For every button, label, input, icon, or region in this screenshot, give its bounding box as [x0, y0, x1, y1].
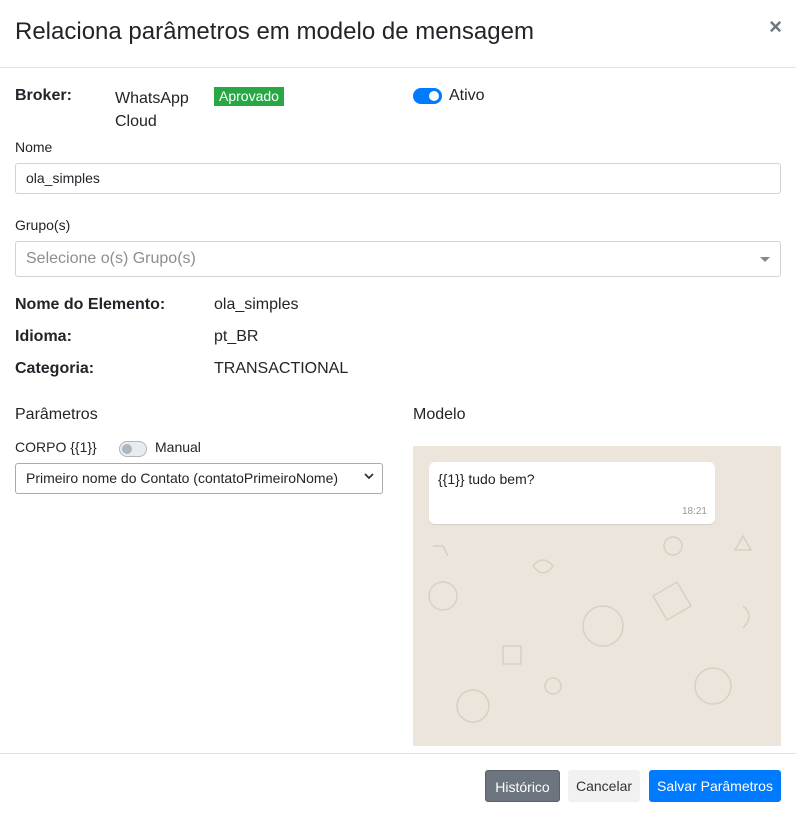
nome-input[interactable]: ola_simples: [15, 163, 781, 194]
close-icon[interactable]: ×: [769, 16, 782, 38]
page-title: Relaciona parâmetros em modelo de mensag…: [15, 18, 534, 45]
chevron-down-icon: [364, 470, 374, 485]
corpo-label: CORPO {{1}}: [15, 439, 97, 455]
detail-label-elemento: Nome do Elemento:: [15, 296, 166, 313]
save-button[interactable]: Salvar Parâmetros: [649, 770, 781, 802]
active-toggle[interactable]: [413, 88, 442, 104]
toggle-knob: [122, 444, 132, 454]
grupos-select[interactable]: Selecione o(s) Grupo(s): [15, 241, 781, 277]
parametros-title: Parâmetros: [15, 406, 98, 423]
detail-value-elemento: ola_simples: [214, 296, 299, 313]
status-badge: Aprovado: [214, 87, 284, 106]
manual-label: Manual: [155, 439, 201, 455]
message-preview: {{1}} tudo bem? 18:21: [413, 446, 781, 746]
cancel-button[interactable]: Cancelar: [568, 770, 640, 802]
modal-footer: Histórico Cancelar Salvar Parâmetros: [0, 753, 796, 816]
broker-value-line2: Cloud: [115, 113, 157, 130]
message-time: 18:21: [681, 506, 707, 517]
toggle-knob: [429, 91, 439, 101]
grupos-placeholder: Selecione o(s) Grupo(s): [26, 250, 196, 267]
parametro-selected-value: Primeiro nome do Contato (contatoPrimeir…: [26, 470, 339, 486]
broker-label: Broker:: [15, 87, 72, 104]
chevron-down-icon: [760, 257, 770, 262]
nome-label: Nome: [15, 139, 53, 155]
detail-value-idioma: pt_BR: [214, 328, 259, 345]
detail-value-categoria: TRANSACTIONAL: [214, 360, 349, 377]
manual-toggle[interactable]: [119, 441, 147, 457]
message-text: {{1}} tudo bem?: [438, 471, 535, 487]
grupos-label: Grupo(s): [15, 217, 71, 233]
detail-label-idioma: Idioma:: [15, 328, 72, 345]
broker-value-line1: WhatsApp: [115, 90, 189, 107]
parametro-select[interactable]: Primeiro nome do Contato (contatoPrimeir…: [15, 463, 383, 494]
detail-label-categoria: Categoria:: [15, 360, 95, 377]
broker-value: WhatsApp Cloud: [115, 87, 205, 133]
modal-header: Relaciona parâmetros em modelo de mensag…: [0, 0, 796, 68]
message-bubble: {{1}} tudo bem? 18:21: [429, 462, 715, 524]
active-label: Ativo: [449, 87, 485, 104]
historico-button[interactable]: Histórico: [485, 770, 560, 802]
modelo-title: Modelo: [413, 406, 466, 423]
